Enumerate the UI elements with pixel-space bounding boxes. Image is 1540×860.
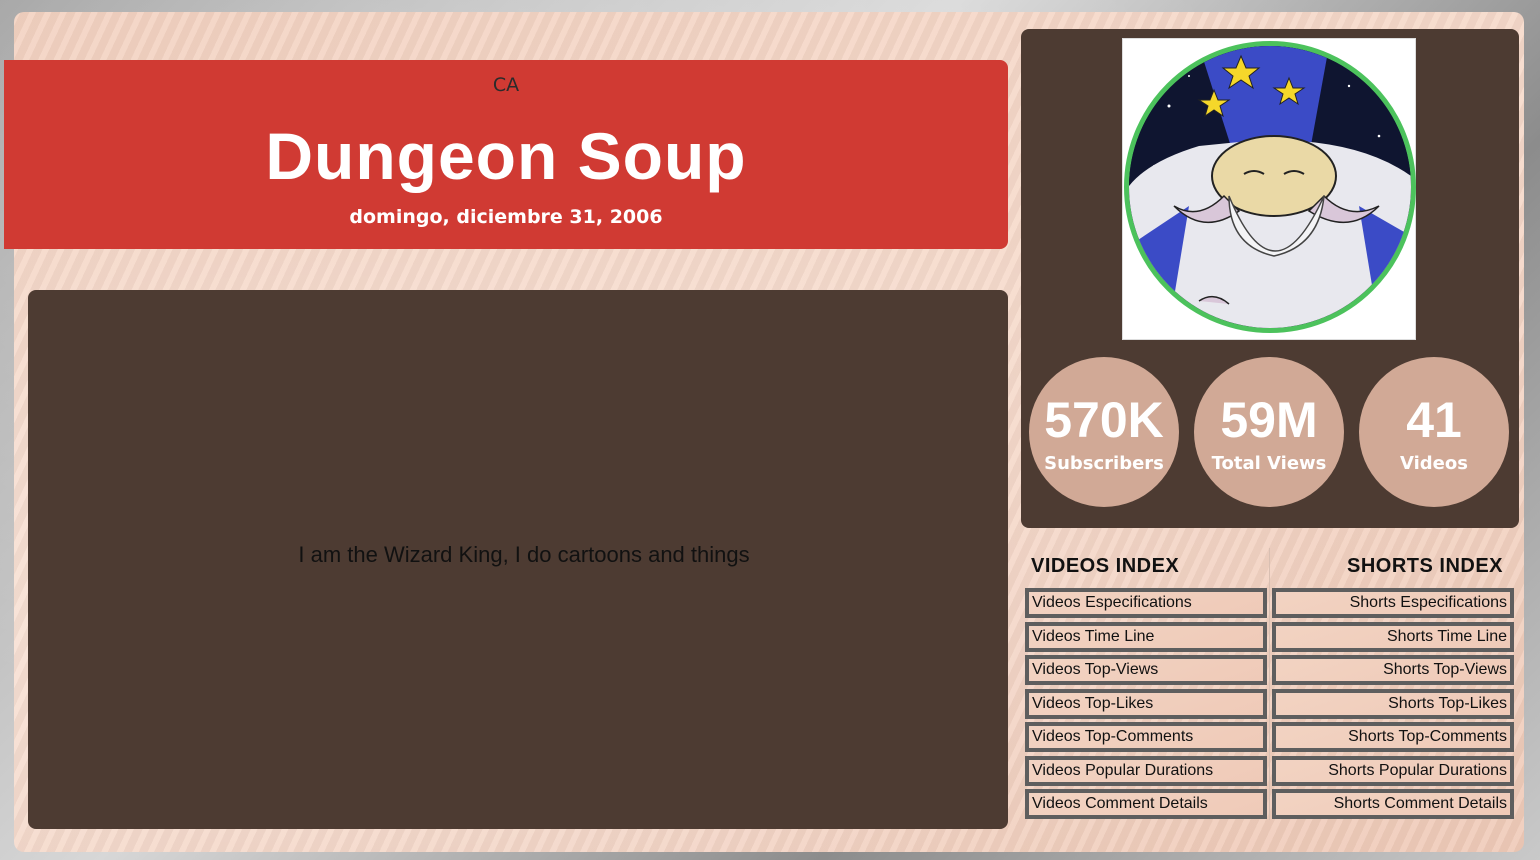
total-views-stat: 59M Total Views: [1194, 357, 1344, 507]
shorts-time-line-link[interactable]: Shorts Time Line: [1272, 621, 1514, 652]
shorts-top-views-link[interactable]: Shorts Top-Views: [1272, 655, 1514, 685]
shorts-popular-durations-link[interactable]: Shorts Popular Durations: [1272, 755, 1514, 786]
total-views-count: 59M: [1220, 392, 1318, 448]
channel-title: Dungeon Soup: [265, 119, 747, 193]
videos-especifications-link[interactable]: Videos Especifications: [1025, 588, 1267, 618]
channel-country: CA: [492, 74, 520, 96]
videos-top-views-link[interactable]: Videos Top-Views: [1025, 655, 1267, 685]
videos-popular-durations-link[interactable]: Videos Popular Durations: [1025, 755, 1267, 786]
shorts-index-list: Shorts Especifications Shorts Time Line …: [1272, 588, 1514, 823]
channel-banner: CA Dungeon Soup domingo, diciembre 31, 2…: [4, 60, 1008, 249]
videos-comment-details-link[interactable]: Videos Comment Details: [1025, 789, 1267, 819]
shorts-index-heading: SHORTS INDEX: [1347, 555, 1504, 577]
channel-description: I am the Wizard King, I do cartoons and …: [298, 542, 750, 567]
avatar: [1122, 38, 1416, 340]
videos-index-heading: VIDEOS INDEX: [1031, 555, 1180, 577]
shorts-top-likes-link[interactable]: Shorts Top-Likes: [1272, 688, 1514, 719]
subscribers-count: 570K: [1044, 392, 1164, 448]
channel-profile-card: 570K Subscribers 59M Total Views 41 Vide…: [1021, 29, 1519, 528]
channel-created-date: domingo, diciembre 31, 2006: [349, 206, 663, 228]
subscribers-stat: 570K Subscribers: [1029, 357, 1179, 507]
wizard-king-avatar: [1124, 41, 1416, 333]
channel-description-panel: I am the Wizard King, I do cartoons and …: [28, 290, 1008, 829]
wizard-illustration: [1129, 46, 1411, 328]
shorts-especifications-link[interactable]: Shorts Especifications: [1272, 588, 1514, 618]
videos-top-likes-link[interactable]: Videos Top-Likes: [1025, 688, 1267, 719]
shorts-top-comments-link[interactable]: Shorts Top-Comments: [1272, 722, 1514, 752]
total-views-label: Total Views: [1211, 453, 1327, 474]
videos-stat: 41 Videos: [1359, 357, 1509, 507]
videos-label: Videos: [1400, 453, 1468, 474]
index-divider: [1269, 548, 1270, 820]
videos-index-list: Videos Especifications Videos Time Line …: [1025, 588, 1267, 823]
videos-top-comments-link[interactable]: Videos Top-Comments: [1025, 722, 1267, 752]
subscribers-label: Subscribers: [1044, 453, 1164, 474]
shorts-comment-details-link[interactable]: Shorts Comment Details: [1272, 789, 1514, 819]
videos-time-line-link[interactable]: Videos Time Line: [1025, 621, 1267, 652]
videos-count: 41: [1406, 392, 1462, 448]
